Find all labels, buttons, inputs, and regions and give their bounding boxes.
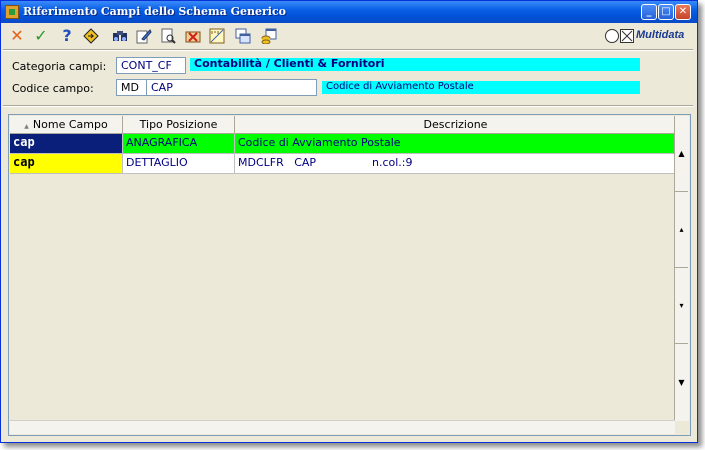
column-header-descrizione-label: Descrizione [423,118,488,131]
categoria-code-field[interactable]: CONT_CF [116,57,186,74]
categoria-label: Categoria campi: [12,60,107,73]
sort-icon: ▲ [24,123,29,130]
table-row-2-extra: n.col.:9 [372,156,413,169]
scroll-page-down-button[interactable]: ▾ [675,268,688,344]
scroll-page-up-button[interactable]: ▴ [675,192,688,268]
ruler-icon[interactable] [207,26,227,46]
toolbar-separator [3,49,693,51]
brand-name: Multidata [636,29,685,41]
codice-prefix-field: MD [116,79,147,96]
codice-field[interactable]: CAP [146,79,317,96]
window-db-icon[interactable] [259,26,279,46]
column-header-nome-label: Nome Campo [32,118,108,131]
delete-icon[interactable] [183,26,203,46]
window-title: Riferimento Campi dello Schema Generico [23,5,286,18]
table-row-1-tipo[interactable]: ANAGRAFICA [123,134,235,154]
toolbar: ✕ ✓ ? [1,23,697,49]
confirm-icon[interactable]: ✓ [31,26,51,46]
app-icon [5,5,19,19]
column-header-descrizione[interactable]: Descrizione [235,116,677,134]
circle-icon [605,29,619,43]
window-stack-icon[interactable] [233,26,253,46]
vertical-scrollbar[interactable]: ▲ ▴ ▾ ▼ [674,116,689,421]
minimize-button[interactable]: _ [641,4,657,20]
app-window: Riferimento Campi dello Schema Generico … [0,0,698,443]
fields-grid: ▲ Nome Campo Tipo Posizione Descrizione c… [8,114,691,436]
column-header-tipo[interactable]: Tipo Posizione [123,116,235,134]
box-x-icon [620,29,634,43]
maximize-button[interactable]: □ [658,4,674,20]
column-header-nome[interactable]: ▲ Nome Campo [10,116,123,134]
form-separator [3,105,693,107]
binoculars-icon[interactable] [110,26,130,46]
close-button[interactable]: ✕ [675,4,691,20]
scroll-bottom-button[interactable]: ▼ [675,344,688,421]
categoria-description: Contabilità / Clienti & Fornitori [190,58,640,71]
table-row-1-descrizione[interactable]: Codice di Avviamento Postale [235,134,677,154]
table-row-2-nome[interactable]: cap [10,154,123,174]
edit-icon[interactable] [134,26,154,46]
scroll-top-button[interactable]: ▲ [675,116,688,192]
print-preview-icon[interactable] [158,26,178,46]
diamond-icon[interactable] [81,26,101,46]
column-header-tipo-label: Tipo Posizione [139,118,218,131]
codice-description: Codice di Avviamento Postale [322,81,640,94]
table-row-1-nome[interactable]: cap [10,134,123,154]
help-icon[interactable]: ? [57,26,77,46]
table-row-2-tipo[interactable]: DETTAGLIO [123,154,235,174]
codice-label: Codice campo: [12,82,94,95]
table-row-2-descrizione[interactable]: MDCLFR CAP n.col.:9 [235,154,677,174]
horizontal-scrollbar[interactable] [10,420,675,434]
table-row-2-descrizione-text: MDCLFR CAP [238,156,317,169]
cancel-icon[interactable]: ✕ [7,26,27,46]
title-bar[interactable]: Riferimento Campi dello Schema Generico … [1,1,697,23]
